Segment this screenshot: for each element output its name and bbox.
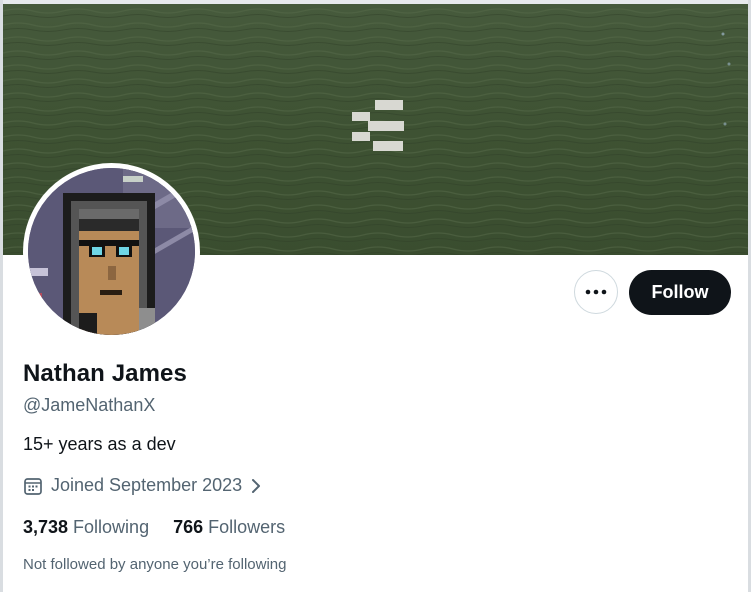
username-handle: @JameNathanX (23, 395, 156, 415)
chevron-right-icon (252, 478, 261, 493)
calendar-icon (24, 477, 42, 495)
joined-date-row[interactable]: Joined September 2023 (23, 475, 262, 496)
bio-text: 15+ years as a dev (23, 434, 176, 454)
following-link[interactable]: 3,738 Following (23, 517, 149, 538)
followers-label: Followers (208, 517, 286, 537)
display-name: Nathan James (23, 360, 187, 387)
avatar-border (23, 163, 200, 340)
following-count: 3,738 (23, 517, 69, 537)
follow-stats: 3,738 Following 766 Followers (23, 517, 285, 538)
joined-date-label: Joined September 2023 (51, 475, 243, 495)
follow-button[interactable]: Follow (629, 270, 731, 315)
followed-by-note: Not followed by anyone you’re following (23, 556, 287, 573)
profile-page: Follow Nathan James @JameNathanX 15+ yea… (0, 0, 751, 592)
avatar[interactable] (28, 168, 195, 335)
more-horizontal-icon (585, 289, 607, 295)
more-options-button[interactable] (574, 270, 618, 314)
following-label: Following (73, 517, 150, 537)
followers-link[interactable]: 766 Followers (173, 517, 285, 538)
followers-count: 766 (173, 517, 204, 537)
